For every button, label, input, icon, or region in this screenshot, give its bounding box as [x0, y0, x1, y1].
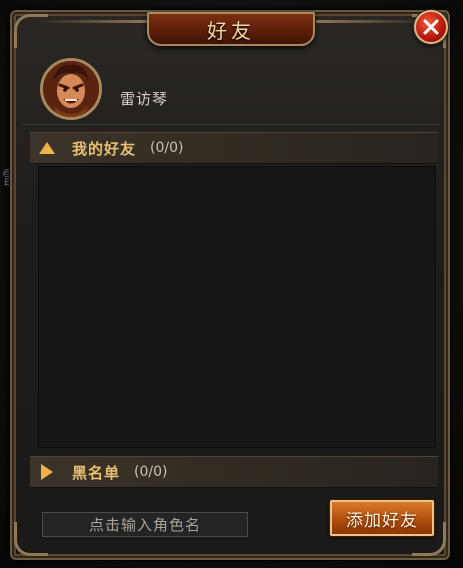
triangle-right-icon — [36, 464, 58, 480]
my-friends-section-header[interactable]: 我的好友 (0/0) — [30, 132, 438, 164]
window-title: 好友 — [207, 18, 255, 43]
window-title-banner: 好友 — [147, 12, 315, 46]
title-ornament-right — [316, 20, 426, 23]
player-name: 雷访琴 — [120, 90, 169, 108]
close-button[interactable] — [414, 10, 448, 44]
my-friends-label: 我的好友 — [72, 139, 137, 158]
title-ornament-left — [38, 20, 148, 23]
friends-list-area[interactable] — [38, 166, 436, 448]
blacklist-count: (0/0) — [134, 464, 168, 480]
add-friend-button[interactable]: 添加好友 — [330, 500, 434, 536]
my-friends-count: (0/0) — [150, 140, 184, 156]
close-x-icon — [423, 19, 439, 35]
role-name-input[interactable] — [42, 512, 248, 537]
warrior-portrait-avatar — [43, 61, 99, 117]
game-scene: 雷 好友 雷访琴 — [0, 0, 463, 568]
blacklist-section-header[interactable]: 黑名单 (0/0) — [30, 456, 438, 488]
player-avatar — [40, 58, 102, 120]
player-header: 雷访琴 — [22, 52, 440, 125]
triangle-up-icon — [36, 142, 58, 154]
blacklist-label: 黑名单 — [72, 463, 121, 482]
